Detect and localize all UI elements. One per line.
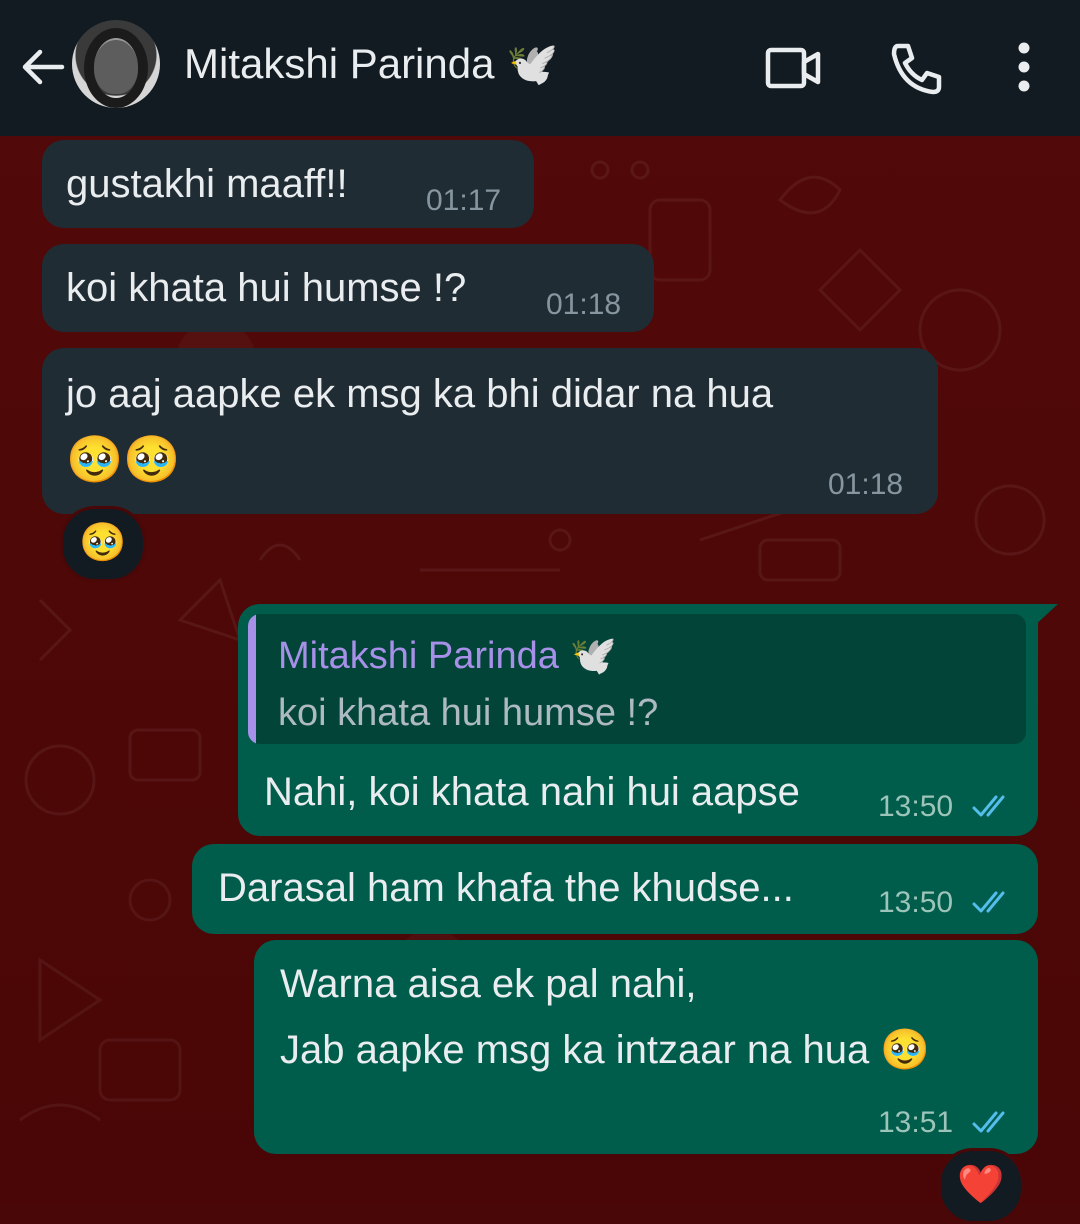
- message-text: Nahi, koi khata nahi hui aapse: [264, 770, 800, 814]
- message-time: 13:51: [878, 1106, 954, 1139]
- quoted-reply[interactable]: Mitakshi Parinda 🕊️ koi khata hui humse …: [248, 614, 1026, 744]
- outgoing-message[interactable]: Darasal ham khafa the khudse... 13:50: [192, 844, 1038, 934]
- message-text-line1: Warna aisa ek pal nahi,: [280, 962, 697, 1006]
- message-text: gustakhi maaff!!: [66, 162, 348, 206]
- video-call-icon[interactable]: [762, 40, 822, 96]
- message-emoji-line: 🥹🥹: [66, 433, 181, 485]
- reaction-emoji: ❤️: [957, 1164, 1005, 1206]
- double-check-icon: [972, 1111, 1005, 1133]
- bubble-tail: [1032, 604, 1058, 628]
- avatar-face-shape: [94, 40, 138, 94]
- outgoing-message[interactable]: Warna aisa ek pal nahi, Jab aapke msg ka…: [254, 940, 1038, 1154]
- incoming-message[interactable]: koi khata hui humse !? 01:18: [42, 244, 654, 332]
- message-time: 01:17: [426, 184, 502, 217]
- message-reaction[interactable]: ❤️: [938, 1148, 1024, 1224]
- message-time: 01:18: [546, 288, 622, 321]
- back-arrow-icon[interactable]: [18, 42, 68, 92]
- outgoing-message[interactable]: Mitakshi Parinda 🕊️ koi khata hui humse …: [238, 604, 1038, 836]
- message-text-line2: Jab aapke msg ka intzaar na hua 🥹: [280, 1028, 931, 1072]
- chat-header: Mitakshi Parinda 🕊️: [0, 0, 1080, 136]
- contact-avatar[interactable]: [72, 20, 160, 108]
- message-time: 01:18: [828, 468, 904, 501]
- double-check-icon: [972, 891, 1005, 913]
- message-time: 13:50: [878, 790, 954, 823]
- message-text-line1: jo aaj aapke ek msg ka bhi didar na hua: [66, 372, 774, 416]
- contact-name[interactable]: Mitakshi Parinda 🕊️: [184, 40, 558, 89]
- phone-icon[interactable]: [886, 40, 946, 96]
- message-text: Darasal ham khafa the khudse...: [218, 866, 794, 910]
- reply-accent-bar: [248, 614, 256, 744]
- reply-sender-name: Mitakshi Parinda 🕊️: [278, 635, 617, 677]
- message-time: 13:50: [878, 886, 954, 919]
- incoming-message[interactable]: jo aaj aapke ek msg ka bhi didar na hua …: [42, 348, 938, 514]
- reply-quoted-text: koi khata hui humse !?: [278, 692, 659, 734]
- more-options-icon[interactable]: [1004, 40, 1044, 96]
- double-check-icon: [972, 795, 1005, 817]
- message-text: koi khata hui humse !?: [66, 266, 467, 310]
- message-reaction[interactable]: 🥹: [60, 506, 146, 582]
- incoming-message[interactable]: gustakhi maaff!! 01:17: [42, 140, 534, 228]
- reaction-emoji: 🥹: [79, 522, 127, 564]
